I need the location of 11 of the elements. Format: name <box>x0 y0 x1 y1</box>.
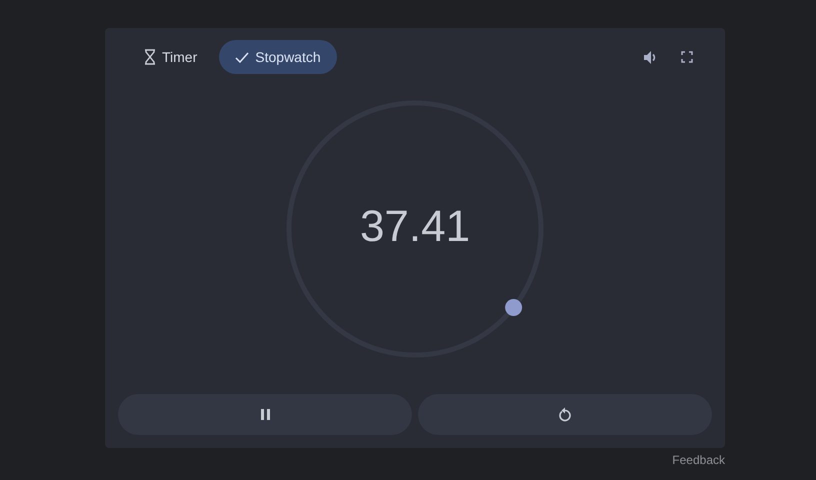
pause-icon <box>260 409 270 420</box>
feedback-link[interactable]: Feedback <box>672 453 725 467</box>
elapsed-time: 37.41 <box>360 202 470 251</box>
progress-thumb <box>505 298 522 316</box>
fullscreen-icon <box>681 51 693 63</box>
checkmark-icon <box>235 52 250 62</box>
reset-icon <box>558 407 572 422</box>
mode-tab[interactable]: Stopwatch <box>219 40 337 74</box>
hourglass-icon <box>144 49 156 65</box>
mode-tab[interactable]: Timer <box>128 40 214 74</box>
speaker-icon <box>644 50 658 64</box>
